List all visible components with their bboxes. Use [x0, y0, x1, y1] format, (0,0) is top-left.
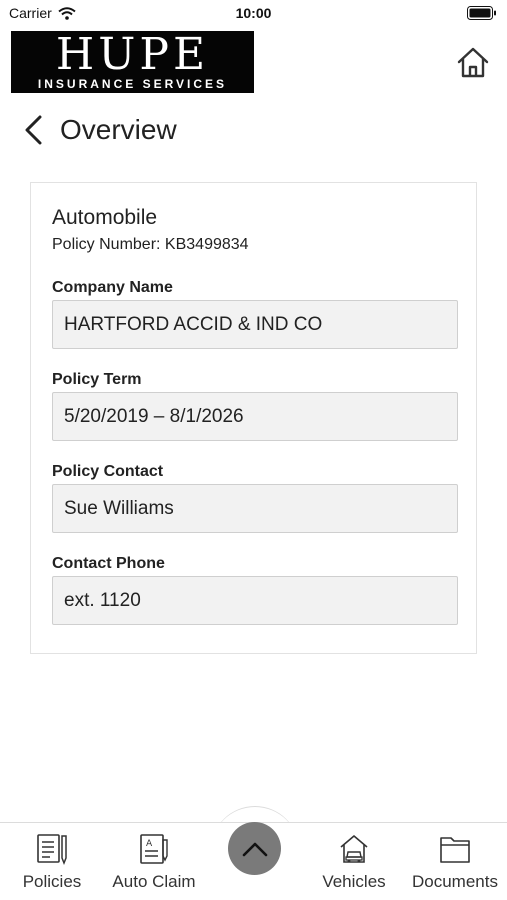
page-header: Overview [22, 110, 177, 150]
expand-menu-button[interactable] [228, 822, 281, 875]
status-bar: Carrier 10:00 [0, 0, 507, 28]
chevron-left-icon [25, 115, 42, 145]
svg-text:A: A [146, 839, 153, 849]
company-name-label: Company Name [52, 279, 173, 296]
contact-phone-label: Contact Phone [52, 555, 165, 572]
policy-card: Automobile Policy Number: KB3499834 Comp… [30, 182, 477, 654]
policy-contact-value: Sue Williams [64, 497, 174, 519]
tab-policies[interactable]: Policies [20, 831, 84, 892]
logo-sub-text: INSURANCE SERVICES [37, 77, 228, 91]
tab-policies-label: Policies [22, 872, 82, 891]
policy-contact-label: Policy Contact [52, 463, 164, 480]
tab-auto-claim[interactable]: A Auto Claim [109, 831, 199, 892]
company-name-field: HARTFORD ACCID & IND CO [52, 300, 458, 349]
chevron-up-icon [242, 842, 267, 856]
back-button[interactable] [22, 113, 46, 147]
policy-term-field: 5/20/2019 – 8/1/2026 [52, 392, 458, 441]
auto-claim-icon: A [137, 831, 171, 867]
tab-documents[interactable]: Documents [407, 831, 503, 892]
home-icon [457, 47, 489, 78]
company-logo: HUPE INSURANCE SERVICES [11, 31, 254, 93]
contact-phone-field[interactable]: ext. 1120 [52, 576, 458, 625]
home-button[interactable] [455, 45, 491, 81]
tab-auto-claim-label: Auto Claim [112, 872, 196, 891]
contact-phone-value: ext. 1120 [64, 589, 141, 611]
policy-term-value: 5/20/2019 – 8/1/2026 [64, 405, 244, 427]
page-title: Overview [60, 114, 177, 145]
documents-icon [438, 831, 472, 867]
tab-documents-label: Documents [412, 872, 498, 891]
vehicles-icon [337, 831, 371, 867]
tab-vehicles[interactable]: Vehicles [318, 831, 390, 892]
battery-icon [467, 6, 496, 20]
policies-icon [35, 831, 69, 867]
tab-vehicles-label: Vehicles [322, 872, 386, 891]
logo-main-text: HUPE [55, 29, 210, 80]
policy-term-label: Policy Term [52, 371, 142, 388]
policy-number: Policy Number: KB3499834 [52, 236, 249, 253]
policy-type: Automobile [52, 206, 158, 229]
status-time: 10:00 [235, 5, 272, 21]
company-name-value: HARTFORD ACCID & IND CO [64, 313, 323, 335]
policy-contact-field: Sue Williams [52, 484, 458, 533]
